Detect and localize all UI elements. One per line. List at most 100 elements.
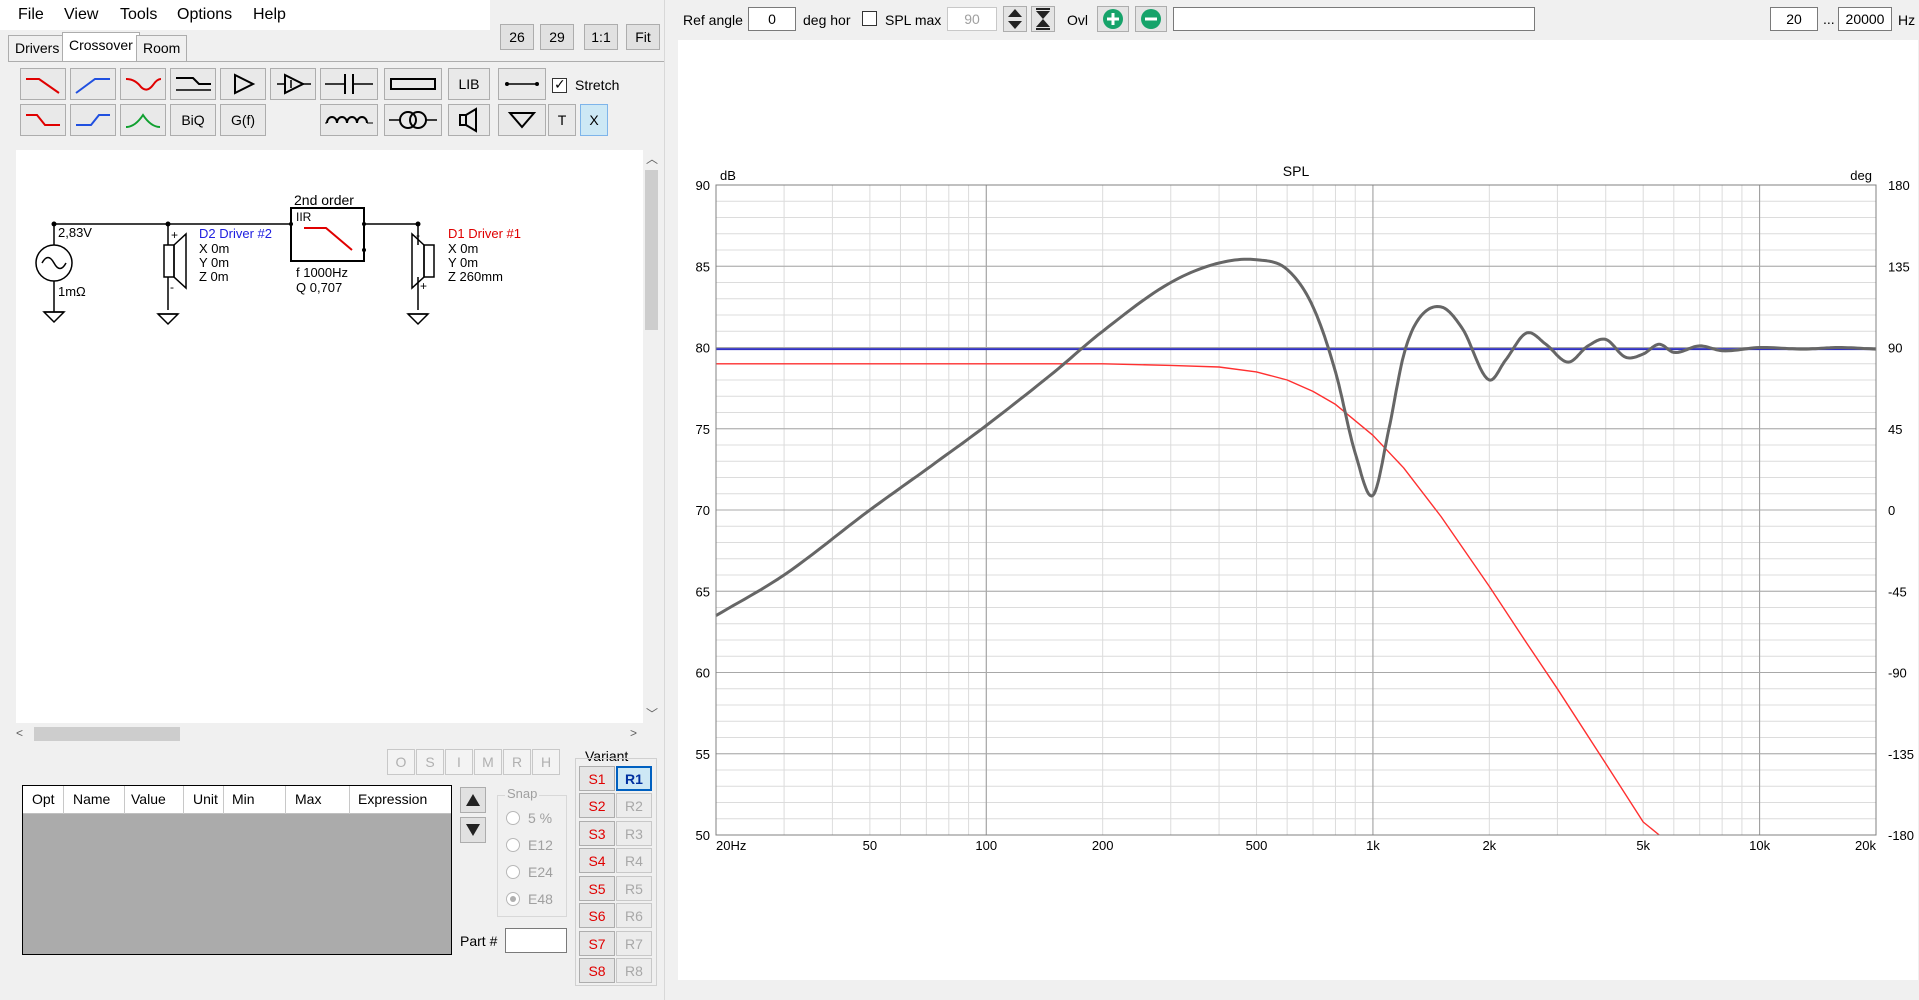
column-value[interactable]: Value <box>131 791 166 807</box>
opt-h-button[interactable]: H <box>532 749 560 775</box>
zoom-1to1-button[interactable]: 1:1 <box>584 24 618 50</box>
radio-e24[interactable] <box>506 865 520 879</box>
scroll-right-icon[interactable]: > <box>630 726 637 740</box>
ref-angle-input[interactable]: 0 <box>748 7 796 31</box>
menu-help[interactable]: Help <box>253 6 286 24</box>
schematic-canvas[interactable]: + - - + 2nd order 2,83V 1mΩ D2 Driver #2… <box>16 150 643 723</box>
zoom-fit-button[interactable]: Fit <box>626 24 660 50</box>
column-unit[interactable]: Unit <box>193 791 218 807</box>
text-button[interactable]: T <box>548 104 576 136</box>
biquad-button[interactable]: BiQ <box>170 104 216 136</box>
variant-s1-button[interactable]: S1 <box>579 766 615 791</box>
variant-s4-button[interactable]: S4 <box>579 848 615 873</box>
variant-s3-button[interactable]: S3 <box>579 821 615 846</box>
tab-drivers[interactable]: Drivers <box>8 35 67 61</box>
vertical-scroll-thumb[interactable] <box>645 170 658 330</box>
spl-range-button[interactable] <box>1031 6 1055 32</box>
schematic-horizontal-scrollbar[interactable]: < > <box>16 725 643 743</box>
menu-file[interactable]: File <box>18 6 44 24</box>
notch-button[interactable] <box>120 68 166 100</box>
buffer-button[interactable] <box>270 68 316 100</box>
driver-button[interactable] <box>448 104 490 136</box>
variant-s5-button[interactable]: S5 <box>579 876 615 901</box>
tab-crossover[interactable]: Crossover <box>62 32 140 62</box>
stretch-checkbox[interactable] <box>552 76 567 93</box>
radio-e48[interactable] <box>506 892 520 906</box>
driver2-name[interactable]: D2 Driver #2 <box>199 226 272 241</box>
parameter-table[interactable]: Opt Name Value Unit Min Max Expression <box>22 785 452 955</box>
scroll-left-icon[interactable]: < <box>16 726 23 740</box>
resistor-button[interactable] <box>384 68 442 100</box>
variant-r1-button[interactable]: R1 <box>616 766 652 791</box>
library-button[interactable]: LIB <box>448 68 490 100</box>
variant-s7-button[interactable]: S7 <box>579 931 615 956</box>
ground-button[interactable] <box>498 104 546 136</box>
preset-29-button[interactable]: 29 <box>540 24 574 50</box>
snap-option-e24[interactable]: E24 <box>506 864 553 880</box>
freq-to-input[interactable]: 20000 <box>1838 7 1892 31</box>
column-name[interactable]: Name <box>73 791 110 807</box>
move-up-button[interactable] <box>460 787 486 813</box>
opt-r-button[interactable]: R <box>503 749 531 775</box>
lowpass-2nd-button[interactable] <box>20 104 66 136</box>
column-max[interactable]: Max <box>295 791 321 807</box>
variant-s8-button[interactable]: S8 <box>579 958 615 983</box>
menu-view[interactable]: View <box>64 6 98 24</box>
spl-spin-button[interactable] <box>1003 6 1027 32</box>
overlay-select-input[interactable] <box>1173 7 1535 31</box>
delete-x-button[interactable]: X <box>580 104 608 136</box>
bandpass-button[interactable] <box>120 104 166 136</box>
wire-button[interactable] <box>498 68 546 100</box>
overlay-remove-button[interactable] <box>1135 6 1167 32</box>
panel-separator[interactable] <box>664 0 665 1000</box>
shelf-button[interactable] <box>170 68 216 100</box>
part-number-input[interactable] <box>505 928 567 953</box>
opt-i-button[interactable]: I <box>445 749 473 775</box>
capacitor-button[interactable] <box>320 68 378 100</box>
spl-max-input[interactable]: 90 <box>947 7 997 31</box>
driver1-name[interactable]: D1 Driver #1 <box>448 226 521 241</box>
overlay-add-button[interactable] <box>1097 6 1129 32</box>
move-down-button[interactable] <box>460 817 486 843</box>
x-tick-label: 200 <box>1092 838 1114 853</box>
variant-r7-button[interactable]: R7 <box>616 931 652 956</box>
snap-option-5pct[interactable]: 5 % <box>506 810 552 826</box>
column-opt[interactable]: Opt <box>32 791 55 807</box>
menu-tools[interactable]: Tools <box>120 6 157 24</box>
spl-chart[interactable]: 20Hz 50 100 200 500 1k 2k 5k 10k 20k 50 55 60 65 70 75 8… <box>678 40 1918 980</box>
spl-graph-panel[interactable]: 20Hz 50 100 200 500 1k 2k 5k 10k 20k 50 55 60 65 70 75 8… <box>678 40 1918 980</box>
snap-option-e12[interactable]: E12 <box>506 837 553 853</box>
variant-r5-button[interactable]: R5 <box>616 876 652 901</box>
radio-e12[interactable] <box>506 838 520 852</box>
variant-r6-button[interactable]: R6 <box>616 903 652 928</box>
schematic-vertical-scrollbar[interactable]: ︿ ﹀ <box>643 150 660 723</box>
preset-26-button[interactable]: 26 <box>500 24 534 50</box>
menu-options[interactable]: Options <box>177 6 232 24</box>
highpass-2nd-button[interactable] <box>70 104 116 136</box>
transfer-function-button[interactable]: G(f) <box>220 104 266 136</box>
opt-s-button[interactable]: S <box>416 749 444 775</box>
variant-s2-button[interactable]: S2 <box>579 793 615 818</box>
horizontal-scroll-thumb[interactable] <box>34 727 180 741</box>
column-min[interactable]: Min <box>232 791 255 807</box>
radio-5pct[interactable] <box>506 811 520 825</box>
amplifier-button[interactable] <box>220 68 266 100</box>
column-expression[interactable]: Expression <box>358 791 427 807</box>
lowpass-1st-button[interactable] <box>20 68 66 100</box>
variant-r3-button[interactable]: R3 <box>616 821 652 846</box>
highpass-1st-button[interactable] <box>70 68 116 100</box>
variant-r2-button[interactable]: R2 <box>616 793 652 818</box>
opt-o-button[interactable]: O <box>387 749 415 775</box>
variant-s6-button[interactable]: S6 <box>579 903 615 928</box>
variant-r8-button[interactable]: R8 <box>616 958 652 983</box>
freq-from-input[interactable]: 20 <box>1770 7 1818 31</box>
scroll-down-icon[interactable]: ﹀ <box>646 705 658 722</box>
inductor-button[interactable] <box>320 104 378 136</box>
tab-room[interactable]: Room <box>136 35 188 61</box>
spl-max-checkbox[interactable] <box>862 11 877 26</box>
snap-option-e48[interactable]: E48 <box>506 891 553 907</box>
variant-r4-button[interactable]: R4 <box>616 848 652 873</box>
opt-m-button[interactable]: M <box>474 749 502 775</box>
scroll-up-icon[interactable]: ︿ <box>646 150 658 167</box>
transformer-button[interactable] <box>384 104 442 136</box>
